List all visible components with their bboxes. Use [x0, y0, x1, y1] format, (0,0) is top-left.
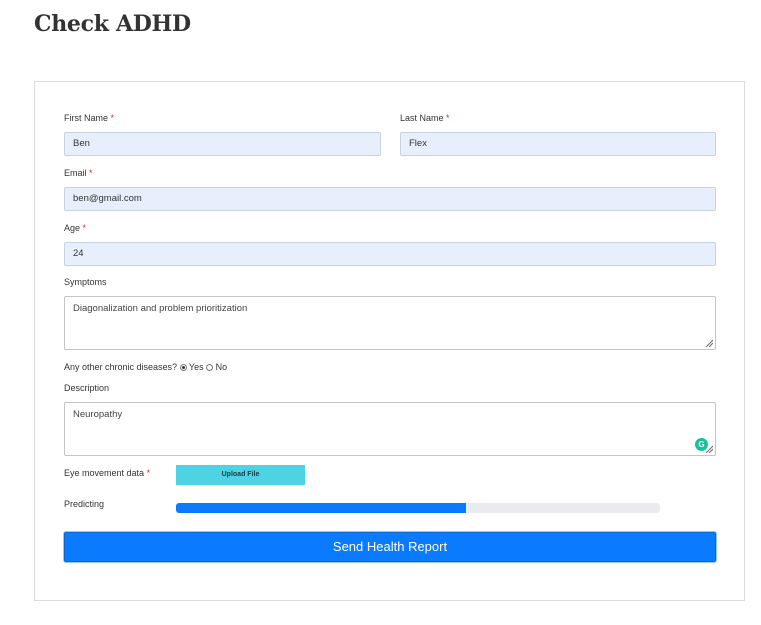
required-marker: * [146, 468, 151, 478]
email-input[interactable]: ben@gmail.com [64, 187, 716, 211]
resize-handle-icon[interactable] [705, 445, 713, 453]
chronic-yes-label[interactable]: Yes [189, 362, 204, 372]
chronic-diseases-row: Any other chronic diseases? Yes No [64, 362, 227, 372]
email-label-text: Email [64, 168, 87, 178]
resize-handle-icon[interactable] [705, 339, 713, 347]
upload-file-button[interactable]: Upload File [176, 465, 305, 485]
chronic-no-radio[interactable] [206, 364, 214, 371]
symptoms-text: Diagonalization and problem prioritizati… [73, 303, 248, 314]
first-name-input[interactable]: Ben [64, 132, 381, 156]
required-marker: * [89, 168, 93, 178]
first-name-label: First Name * [64, 113, 114, 123]
chronic-yes-radio[interactable] [179, 364, 187, 371]
last-name-input[interactable]: Flex [400, 132, 716, 156]
eye-movement-label: Eye movement data * [64, 468, 150, 478]
age-label: Age * [64, 223, 86, 233]
description-label: Description [64, 383, 110, 393]
chronic-no-label[interactable]: No [216, 362, 228, 372]
email-label: Email * [64, 168, 93, 178]
prediction-progress-bar [176, 503, 660, 513]
description-text: Neuropathy [73, 409, 123, 420]
description-textarea[interactable]: Neuropathy G [64, 402, 716, 456]
predicting-label: Predicting [64, 499, 105, 509]
page-title: Check ADHD [34, 11, 191, 37]
age-input[interactable]: 24 [64, 242, 716, 266]
symptoms-textarea[interactable]: Diagonalization and problem prioritizati… [64, 296, 716, 350]
age-label-text: Age [64, 223, 81, 233]
prediction-progress-fill [176, 503, 467, 513]
required-marker: * [82, 223, 87, 233]
required-marker: * [446, 113, 450, 123]
chronic-diseases-label: Any other chronic diseases? [64, 362, 178, 372]
symptoms-label: Symptoms [64, 277, 107, 287]
required-marker: * [110, 113, 115, 123]
last-name-label-text: Last Name [400, 113, 444, 123]
first-name-label-text: First Name [64, 113, 109, 123]
eye-movement-label-text: Eye movement data [64, 468, 145, 478]
last-name-label: Last Name * [400, 113, 450, 123]
send-health-report-button[interactable]: Send Health Report [64, 532, 716, 562]
